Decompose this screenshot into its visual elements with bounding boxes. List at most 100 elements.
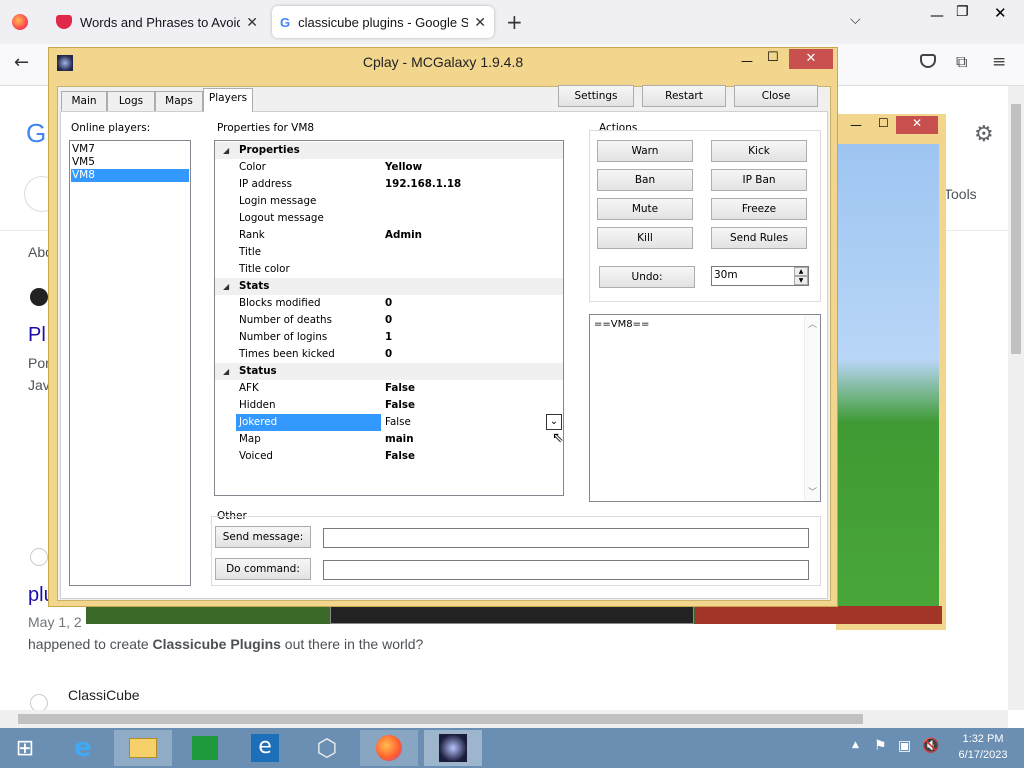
- minimize-icon[interactable]: —: [850, 118, 862, 132]
- settings-gear-icon[interactable]: ⚙: [974, 122, 994, 147]
- property-row[interactable]: Title: [215, 244, 563, 261]
- network-icon[interactable]: ▣: [898, 738, 911, 754]
- taskbar-firefox[interactable]: [360, 730, 418, 766]
- maximize-icon[interactable]: ☐: [767, 50, 779, 65]
- new-tab-button[interactable]: +: [506, 10, 523, 34]
- property-row[interactable]: AFK False: [215, 380, 563, 397]
- tools-link[interactable]: Tools: [944, 186, 977, 202]
- volume-muted-icon[interactable]: 🔇: [922, 738, 939, 754]
- minimize-icon[interactable]: —: [741, 54, 753, 68]
- spin-up-icon[interactable]: ▲: [794, 267, 808, 276]
- browser-tab-1[interactable]: Words and Phrases to Avoid in ✕: [48, 6, 266, 38]
- property-row[interactable]: Jokered False: [215, 414, 563, 431]
- online-players-list[interactable]: VM7 VM5 VM8: [69, 140, 191, 586]
- property-row[interactable]: Number of deaths 0: [215, 312, 563, 329]
- send-rules-button[interactable]: Send Rules: [711, 227, 807, 249]
- property-row[interactable]: Voiced False: [215, 448, 563, 465]
- horizontal-scrollbar[interactable]: [0, 710, 1008, 728]
- firefox-menu-icon[interactable]: [12, 14, 28, 30]
- tab-players[interactable]: Players: [203, 88, 253, 112]
- property-category[interactable]: ◢ Status: [215, 363, 563, 380]
- send-message-input[interactable]: [323, 528, 809, 548]
- collapse-triangle-icon[interactable]: ◢: [223, 278, 229, 295]
- start-button[interactable]: ⊞: [0, 730, 50, 766]
- send-message-button[interactable]: Send message:: [215, 526, 311, 548]
- property-row[interactable]: Login message: [215, 193, 563, 210]
- extensions-icon[interactable]: ⧉: [956, 52, 967, 72]
- undo-button[interactable]: Undo:: [599, 266, 695, 288]
- ip-ban-button[interactable]: IP Ban: [711, 169, 807, 191]
- restore-icon[interactable]: ☐: [878, 116, 889, 130]
- browser-tab-2[interactable]: G classicube plugins - Google Sea ✕: [272, 6, 494, 38]
- property-row[interactable]: Map main: [215, 431, 563, 448]
- property-value[interactable]: 192.168.1.18: [385, 176, 461, 193]
- taskbar-mcgalaxy[interactable]: [424, 730, 482, 766]
- kill-button[interactable]: Kill: [597, 227, 693, 249]
- minimize-icon[interactable]: —: [930, 8, 944, 24]
- property-value[interactable]: False: [385, 448, 415, 465]
- property-row[interactable]: Title color: [215, 261, 563, 278]
- scroll-up-icon[interactable]: ︿: [808, 317, 817, 330]
- property-value[interactable]: 0: [385, 312, 392, 329]
- property-row[interactable]: Times been kicked 0: [215, 346, 563, 363]
- undo-duration-input[interactable]: 30m ▲ ▼: [711, 266, 809, 286]
- mute-button[interactable]: Mute: [597, 198, 693, 220]
- close-icon[interactable]: ✕: [994, 4, 1007, 22]
- tab-logs[interactable]: Logs: [107, 91, 155, 111]
- chevron-down-icon[interactable]: ⌵: [850, 12, 861, 28]
- back-icon[interactable]: ←: [14, 52, 29, 73]
- tray-up-arrow-icon[interactable]: ▲: [852, 740, 859, 750]
- property-row[interactable]: Blocks modified 0: [215, 295, 563, 312]
- settings-button[interactable]: Settings: [558, 85, 634, 107]
- close-button[interactable]: Close: [734, 85, 818, 107]
- close-tab-icon[interactable]: ✕: [246, 14, 258, 31]
- property-category[interactable]: ◢ Stats: [215, 278, 563, 295]
- hamburger-menu-icon[interactable]: ≡: [992, 52, 1006, 72]
- log-scrollbar[interactable]: ︿ ﹀: [804, 315, 820, 501]
- property-value[interactable]: False: [385, 414, 411, 431]
- tab-main[interactable]: Main: [61, 91, 107, 111]
- restore-icon[interactable]: ❐: [956, 4, 969, 20]
- property-row[interactable]: Color Yellow: [215, 159, 563, 176]
- flag-icon[interactable]: ⚑: [874, 738, 887, 754]
- property-value[interactable]: False: [385, 380, 415, 397]
- property-value[interactable]: Admin: [385, 227, 422, 244]
- ban-button[interactable]: Ban: [597, 169, 693, 191]
- result-title-1[interactable]: Pl: [28, 324, 46, 347]
- restart-button[interactable]: Restart: [642, 85, 726, 107]
- close-button[interactable]: ✕: [789, 49, 833, 69]
- property-category[interactable]: ◢ Properties: [215, 142, 563, 159]
- tab-maps[interactable]: Maps: [155, 91, 203, 111]
- taskbar-store[interactable]: [176, 730, 234, 766]
- game-viewport[interactable]: [838, 144, 939, 624]
- do-command-input[interactable]: [323, 560, 809, 580]
- property-value[interactable]: 0: [385, 346, 392, 363]
- property-row[interactable]: Hidden False: [215, 397, 563, 414]
- collapse-triangle-icon[interactable]: ◢: [223, 142, 229, 159]
- property-value[interactable]: False: [385, 397, 415, 414]
- taskbar-ie[interactable]: e: [54, 730, 112, 766]
- taskbar-explorer[interactable]: [114, 730, 172, 766]
- warn-button[interactable]: Warn: [597, 140, 693, 162]
- scroll-down-icon[interactable]: ﹀: [808, 485, 817, 498]
- property-row[interactable]: IP address 192.168.1.18: [215, 176, 563, 193]
- pocket-save-icon[interactable]: [920, 54, 936, 68]
- player-list-item[interactable]: VM7: [72, 143, 190, 155]
- close-tab-icon[interactable]: ✕: [474, 14, 486, 31]
- kick-button[interactable]: Kick: [711, 140, 807, 162]
- dropdown-arrow-icon[interactable]: ⌄: [546, 414, 562, 430]
- taskbar-app[interactable]: ⬡: [298, 730, 356, 766]
- spin-down-icon[interactable]: ▼: [794, 276, 808, 285]
- clock-time[interactable]: 1:32 PM: [948, 733, 1018, 745]
- player-list-item-selected[interactable]: VM8: [71, 169, 189, 182]
- do-command-button[interactable]: Do command:: [215, 558, 311, 580]
- property-row[interactable]: Number of logins 1: [215, 329, 563, 346]
- scroll-thumb[interactable]: [1011, 104, 1021, 354]
- player-list-item[interactable]: VM5: [72, 156, 190, 168]
- title-bar[interactable]: Cplay - MCGalaxy 1.9.4.8 — ☐ ✕: [49, 48, 837, 78]
- freeze-button[interactable]: Freeze: [711, 198, 807, 220]
- property-value[interactable]: Yellow: [385, 159, 422, 176]
- clock-date[interactable]: 6/17/2023: [948, 749, 1018, 761]
- scroll-thumb[interactable]: [18, 714, 863, 724]
- collapse-triangle-icon[interactable]: ◢: [223, 363, 229, 380]
